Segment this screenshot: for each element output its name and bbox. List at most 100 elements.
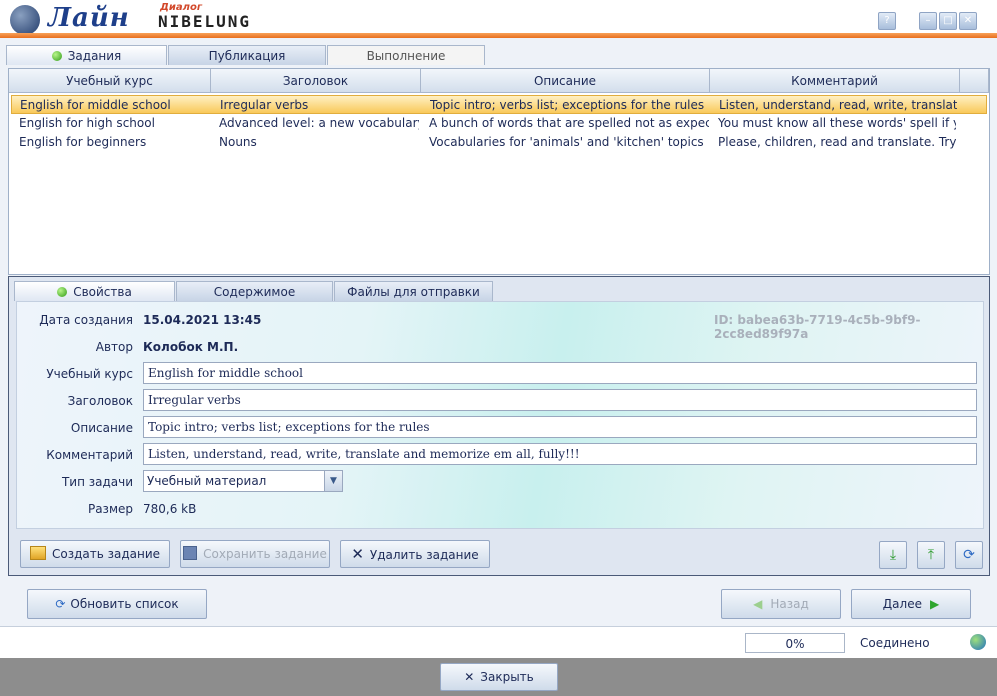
refresh-list-label: Обновить список [70,597,179,611]
globe-icon [970,634,986,650]
chevron-down-icon[interactable]: ▼ [324,471,342,491]
refresh-icon: ⟳ [963,547,975,563]
export-button[interactable]: ⤒ [917,541,945,569]
title-label: Заголовок [67,394,133,408]
maximize-button[interactable]: □ [939,12,957,30]
cell-title: Nouns [219,135,257,149]
title-field[interactable]: Irregular verbs [143,389,977,411]
size-label: Размер [87,502,133,516]
close-window-button[interactable]: ✕ [959,12,977,30]
type-select[interactable]: Учебный материал ▼ [143,470,343,492]
refresh-icon: ⟳ [55,597,66,611]
description-label: Описание [70,421,133,435]
maximize-icon: □ [943,15,953,26]
task-id: ID: babea63b-7719-4c5b-9bf9-2cc8ed89f97a [714,313,921,341]
arrow-left-icon: ◀ [753,597,763,611]
footer: ✕ Закрыть [0,658,997,696]
comment-label: Комментарий [46,448,133,462]
active-dot-icon [57,287,68,297]
tab-content-label: Содержимое [213,285,296,299]
refresh-list-button[interactable]: ⟳ Обновить список [27,589,207,619]
cell-comment: You must know all these words' spell if … [718,116,956,130]
tab-files-label: Файлы для отправки [347,285,480,299]
create-task-button[interactable]: Создать задание [20,540,170,568]
back-label: Назад [770,597,809,611]
close-icon: ✕ [464,670,475,684]
column-header-course[interactable]: Учебный курс [9,69,211,93]
table-row[interactable]: English for middle school Irregular verb… [11,95,987,114]
tab-tasks[interactable]: Задания [6,45,167,65]
cell-comment: Listen, understand, read, write, transla… [719,98,957,112]
table-row[interactable]: English for beginners Nouns Vocabularies… [11,133,987,152]
close-icon: ✕ [963,15,973,26]
tab-publication[interactable]: Публикация [168,45,326,65]
import-button[interactable]: ⤓ [879,541,907,569]
delete-task-label: Удалить задание [369,548,479,562]
tab-execution[interactable]: Выполнение [327,45,485,65]
progress-value: 0% [785,637,805,651]
tasks-grid[interactable]: Учебный курс Заголовок Описание Коммента… [8,68,990,275]
help-button[interactable]: ? [878,12,896,30]
size-value: 780,6 kB [143,502,197,516]
progress-bar: 0% [745,633,845,653]
logo-icon [10,5,40,35]
author-value: Колобок М.П. [143,340,239,354]
download-icon: ⤓ [889,547,897,563]
tab-tasks-label: Задания [67,49,122,63]
created-value: 15.04.2021 13:45 [143,313,262,327]
close-icon: ✕ [351,545,364,563]
sublogo-big: NIBELUNG [158,12,252,31]
tab-properties[interactable]: Свойства [14,281,175,301]
cell-title: Irregular verbs [220,98,309,112]
column-header-comment[interactable]: Комментарий [710,69,960,93]
author-label: Автор [95,340,133,354]
cell-course: English for middle school [20,98,171,112]
course-field[interactable]: English for middle school [143,362,977,384]
status-bar: 0% Соединено [0,626,997,659]
arrow-right-icon: ▶ [929,597,940,611]
tab-properties-label: Свойства [73,285,132,299]
type-select-value: Учебный материал [147,474,267,488]
connection-status: Соединено [860,636,930,650]
title-stripe [0,33,997,38]
minimize-icon: – [925,15,931,26]
folder-icon [29,546,46,560]
close-label: Закрыть [480,670,534,684]
cell-description: Topic intro; verbs list; exceptions for … [430,98,705,112]
tab-content[interactable]: Содержимое [176,281,333,301]
title-bar: Лайн Диалог NIBELUNG ? – □ ✕ [0,0,997,38]
minimize-button[interactable]: – [919,12,937,30]
create-task-label: Создать задание [51,547,161,561]
floppy-icon [183,546,198,560]
sync-button[interactable]: ⟳ [955,541,983,569]
cell-title: Advanced level: a new vocabulary [219,116,419,130]
column-header-title[interactable]: Заголовок [211,69,421,93]
description-field[interactable]: Topic intro; verbs list; exceptions for … [143,416,977,438]
cell-comment: Please, children, read and translate. Tr… [718,135,956,149]
cell-course: English for beginners [19,135,147,149]
delete-task-button[interactable]: ✕ Удалить задание [340,540,490,568]
tab-files[interactable]: Файлы для отправки [334,281,493,301]
close-button[interactable]: ✕ Закрыть [440,663,558,691]
save-task-label: Сохранить задание [203,547,327,561]
type-label: Тип задачи [61,475,133,489]
cell-description: Vocabularies for 'animals' and 'kitchen'… [429,135,704,149]
created-label: Дата создания [39,313,133,327]
course-label: Учебный курс [46,367,133,381]
active-dot-icon [51,51,62,61]
next-label: Далее [882,597,922,611]
back-button[interactable]: ◀ Назад [721,589,841,619]
upload-icon: ⤒ [927,547,935,563]
cell-description: A bunch of words that are spelled not as… [429,116,709,130]
next-button[interactable]: Далее ▶ [851,589,971,619]
column-header-filler [960,69,989,93]
cell-course: English for high school [19,116,155,130]
column-header-description[interactable]: Описание [421,69,710,93]
properties-pane: Дата создания 15.04.2021 13:45 ID: babea… [16,301,984,529]
comment-field[interactable]: Listen, understand, read, write, transla… [143,443,977,465]
save-task-button[interactable]: Сохранить задание [180,540,330,568]
tab-execution-label: Выполнение [366,49,446,63]
logo-text: Лайн [48,3,130,33]
tab-publication-label: Публикация [208,49,286,63]
table-row[interactable]: English for high school Advanced level: … [11,114,987,133]
